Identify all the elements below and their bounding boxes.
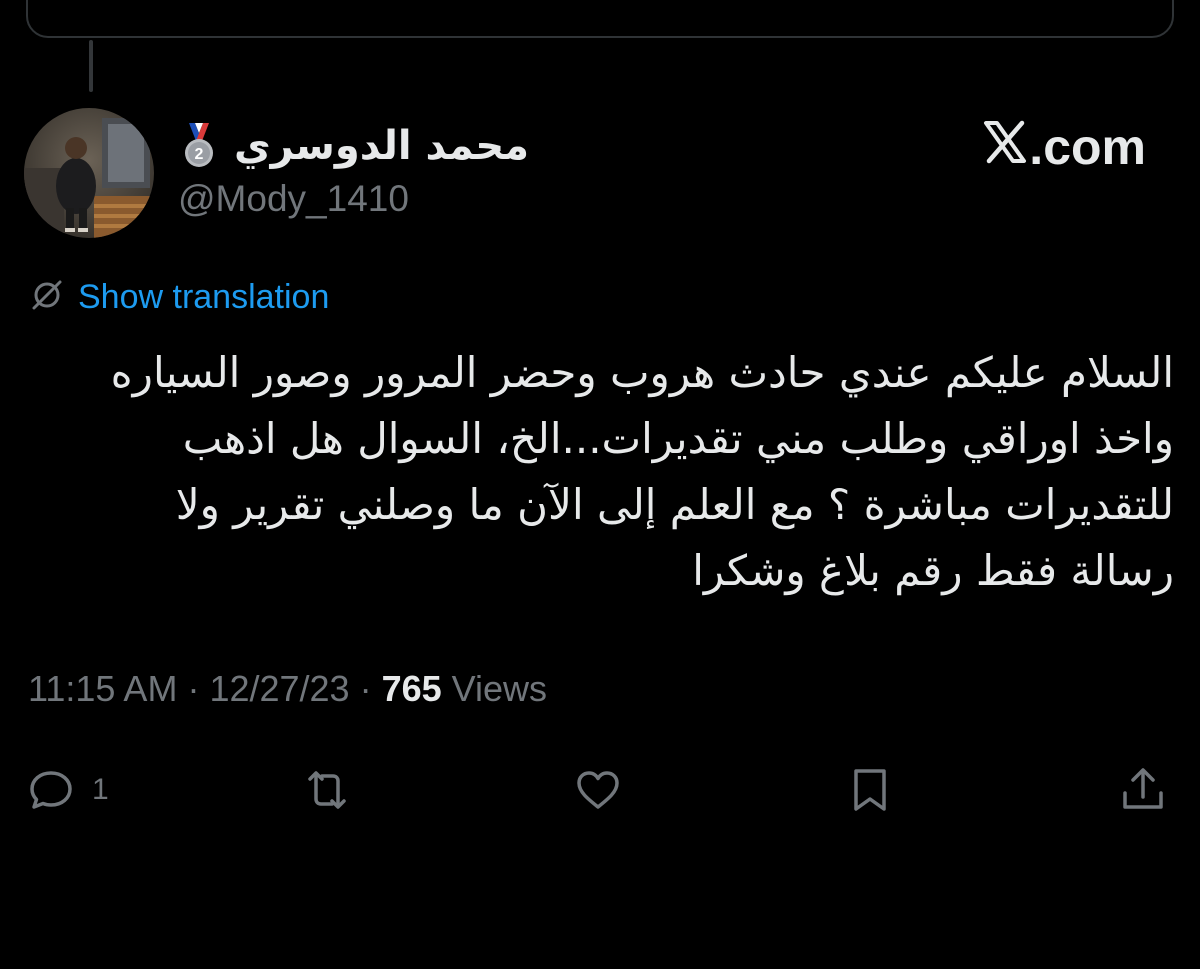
reply-count: 1 (92, 773, 109, 806)
globe-slash-icon (30, 278, 64, 317)
share-icon (1123, 768, 1163, 809)
bookmark-icon (854, 769, 886, 811)
like-button[interactable] (573, 760, 623, 820)
brand-domain: .com (1029, 119, 1146, 175)
second-place-medal-icon: 2 (180, 123, 218, 169)
x-logo-icon (983, 118, 1027, 176)
views-count: 765 (381, 668, 442, 709)
medal-number: 2 (195, 146, 204, 163)
tweet-text: السلام عليكم عندي حادث هروب وحضر المرور … (30, 340, 1174, 604)
tweet-actions-bar: 1 (0, 760, 1200, 820)
tweet-text-line: رسالة فقط رقم بلاغ وشكرا (692, 546, 1174, 595)
repost-icon (308, 771, 346, 809)
reply-icon (30, 771, 72, 809)
brand-watermark: .com (983, 118, 1146, 176)
author-handle[interactable]: @Mody_1410 (178, 178, 409, 220)
parent-tweet-card[interactable] (26, 0, 1174, 38)
heart-icon (577, 771, 619, 809)
tweet-date[interactable]: 12/27/23 (209, 668, 349, 710)
avatar[interactable] (24, 108, 154, 238)
bookmark-button[interactable] (845, 760, 895, 820)
author-name-row[interactable]: 2 محمد الدوسري (180, 118, 529, 174)
show-translation-link[interactable]: Show translation (78, 278, 329, 317)
tweet-text-line: السلام عليكم عندي حادث هروب وحضر المرور … (110, 348, 1174, 397)
author-display-name[interactable]: محمد الدوسري (234, 123, 529, 169)
share-button[interactable] (1118, 760, 1168, 820)
meta-separator: · (359, 668, 372, 709)
tweet-metadata: 11:15 AM · 12/27/23 · 765 Views (28, 668, 547, 710)
views-label: Views (451, 668, 548, 709)
tweet-text-line: للتقديرات مباشرة ؟ مع العلم إلى الآن ما … (175, 480, 1174, 529)
reply-button[interactable]: 1 (26, 760, 109, 820)
meta-separator: · (187, 668, 200, 709)
tweet-time[interactable]: 11:15 AM (28, 668, 177, 710)
avatar-photo (24, 108, 154, 238)
show-translation-row[interactable]: Show translation (30, 274, 329, 320)
thread-connector-line (89, 40, 93, 92)
tweet-text-line: واخذ اوراقي وطلب مني تقديرات...الخ، السو… (182, 414, 1174, 463)
repost-button[interactable] (302, 760, 352, 820)
